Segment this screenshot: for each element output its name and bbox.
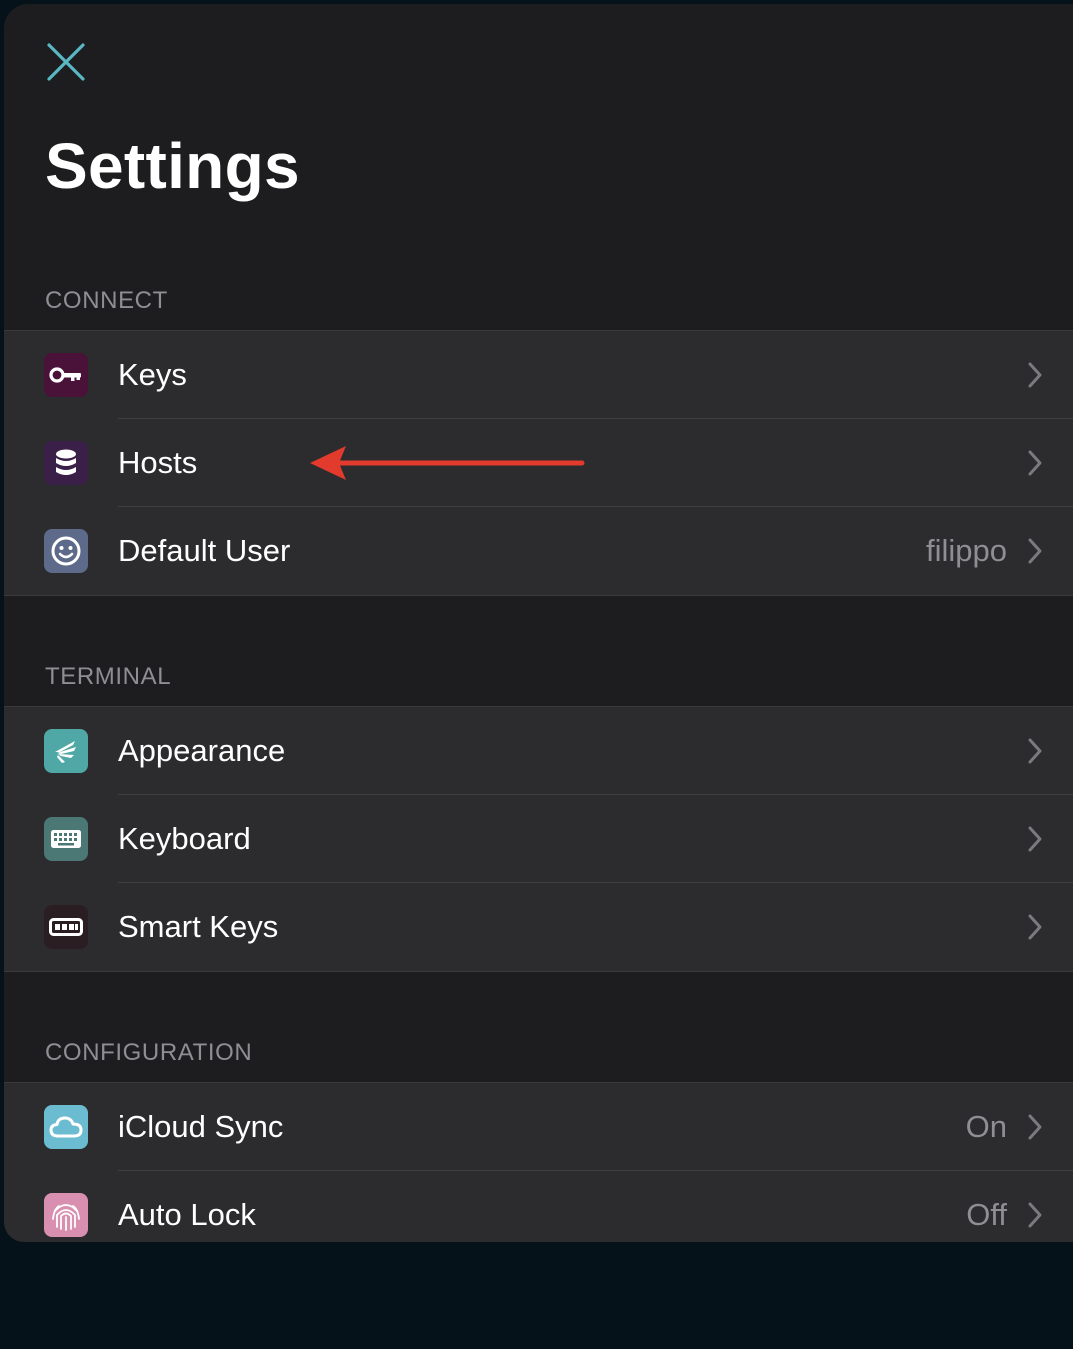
chevron-right-icon (1028, 1114, 1042, 1140)
cloud-icon (44, 1105, 88, 1149)
fingerprint-icon (44, 1193, 88, 1237)
row-value-default-user: filippo (926, 533, 1007, 568)
section-header-configuration: CONFIGURATION (45, 1039, 253, 1066)
page-title: Settings (45, 130, 300, 202)
row-label-auto-lock: Auto Lock (118, 1197, 256, 1232)
chevron-right-icon (1028, 826, 1042, 852)
row-label-hosts: Hosts (118, 445, 198, 480)
settings-row-smart-keys[interactable]: Smart Keys (4, 883, 1073, 971)
chevron-right-icon (1028, 450, 1042, 476)
configuration-group: iCloud Sync On Auto Lock Off (4, 1082, 1073, 1242)
row-label-appearance: Appearance (118, 733, 286, 768)
settings-row-keys[interactable]: Keys (4, 331, 1073, 419)
database-icon (44, 441, 88, 485)
settings-row-keyboard[interactable]: Keyboard (4, 795, 1073, 883)
section-header-connect: CONNECT (45, 287, 168, 314)
settings-row-default-user[interactable]: Default User filippo (4, 507, 1073, 595)
keyboard-icon (44, 817, 88, 861)
settings-row-icloud-sync[interactable]: iCloud Sync On (4, 1083, 1073, 1171)
terminal-group: Appearance Keyboard Smart Keys (4, 706, 1073, 972)
smart-keys-icon (44, 905, 88, 949)
chevron-right-icon (1028, 1202, 1042, 1228)
settings-sheet: Settings CONNECT Keys Hosts Default User… (4, 4, 1073, 1242)
settings-row-appearance[interactable]: Appearance (4, 707, 1073, 795)
row-label-icloud-sync: iCloud Sync (118, 1109, 284, 1144)
chevron-right-icon (1028, 362, 1042, 388)
key-icon (44, 353, 88, 397)
row-value-auto-lock: Off (966, 1197, 1007, 1232)
row-label-keyboard: Keyboard (118, 821, 251, 856)
section-header-terminal: TERMINAL (45, 663, 172, 690)
chevron-right-icon (1028, 914, 1042, 940)
red-arrow-icon (310, 446, 585, 480)
smiley-icon (44, 529, 88, 573)
row-label-keys: Keys (118, 357, 187, 392)
row-label-smart-keys: Smart Keys (118, 909, 279, 944)
row-value-icloud-sync: On (965, 1109, 1007, 1144)
close-icon[interactable] (44, 40, 88, 84)
chevron-right-icon (1028, 538, 1042, 564)
palette-icon (44, 729, 88, 773)
settings-row-auto-lock[interactable]: Auto Lock Off (4, 1171, 1073, 1242)
row-label-default-user: Default User (118, 533, 291, 568)
chevron-right-icon (1028, 738, 1042, 764)
